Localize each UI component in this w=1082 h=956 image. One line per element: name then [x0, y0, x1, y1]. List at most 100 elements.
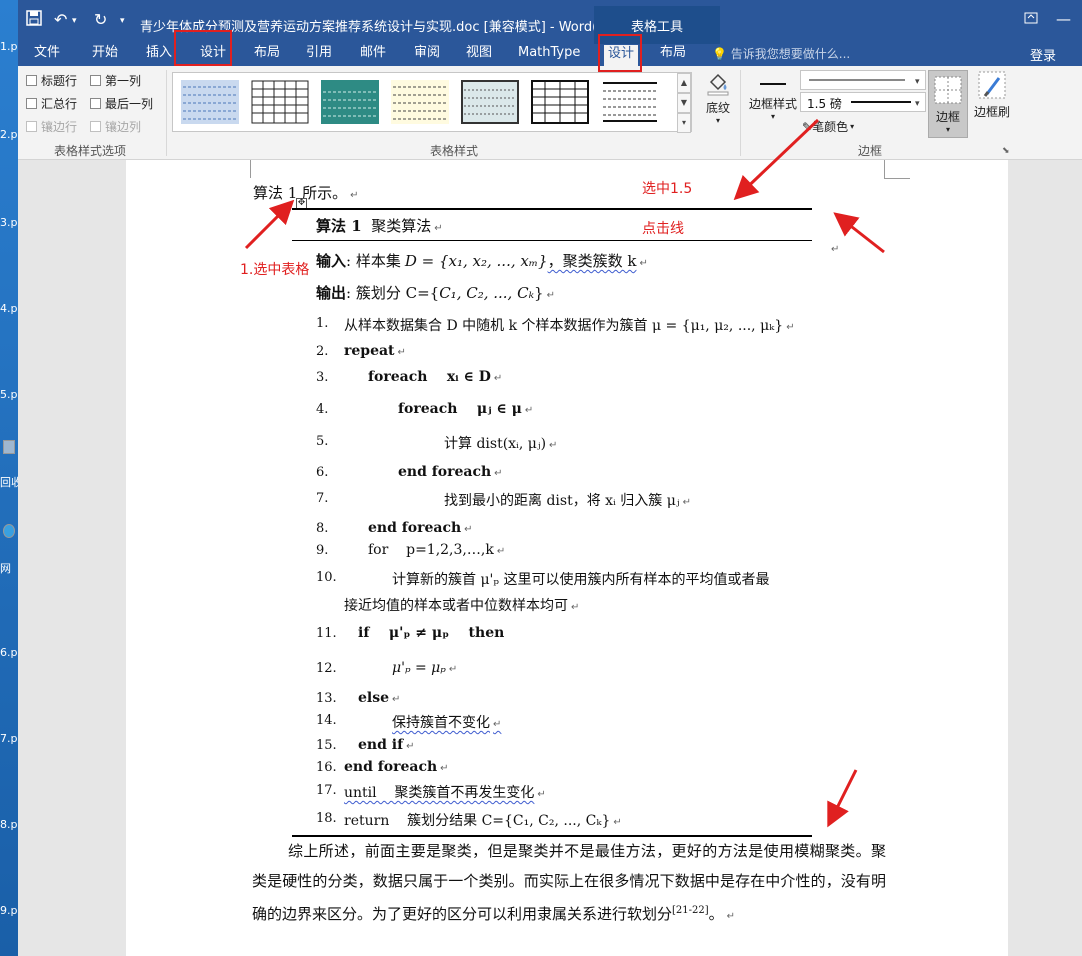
step-number: 15. [316, 738, 337, 753]
paragraph-mark: ↵ [392, 694, 401, 705]
step-text: foreach μⱼ ∈ μ ↵ [398, 401, 533, 417]
input-text: : 样本集 [346, 252, 401, 270]
step-text: else ↵ [358, 690, 400, 706]
annotation-select-1-5: 选中1.5 [642, 181, 693, 197]
citation-superscript: [21-22] [672, 905, 709, 916]
algorithm-number: 算法 1 [316, 217, 362, 235]
paragraph-mark: ↵ [786, 322, 795, 333]
algorithm-output: 输出: 簇划分 C={C₁, C₂, ..., Cₖ} ↵ [316, 282, 555, 303]
paragraph-mark: ↵ [682, 497, 691, 508]
step-number: 13. [316, 691, 337, 706]
step-10-continuation: 接近均值的样本或者中位数样本均可 [344, 598, 568, 614]
output-label: 输出 [316, 284, 347, 302]
step-number: 5. [316, 434, 329, 449]
document-content: 算法 1 所示。 ↵ ✥ 算法 1 聚类算法 ↵ ↵ 输入: 样本集 D = {x₁,… [0, 0, 1082, 956]
step-number: 3. [316, 370, 329, 385]
paragraph-mark: ↵ [397, 347, 406, 358]
step-text: end foreach ↵ [398, 464, 503, 480]
step-number: 12. [316, 661, 337, 676]
step-number: 17. [316, 783, 337, 798]
step-13-text: else [358, 690, 390, 706]
cell-mark: ↵ [434, 223, 443, 234]
step-text: foreach xᵢ ∈ D ↵ [368, 369, 502, 385]
step-text: end foreach ↵ [368, 520, 473, 536]
paragraph-mark: ↵ [496, 546, 506, 557]
paragraph-mark: ↵ [494, 468, 503, 479]
step-number: 18. [316, 811, 337, 826]
paragraph-mark: ↵ [493, 373, 503, 384]
step-16-text: end foreach [344, 759, 438, 775]
step-text: 从样本数据集合 D 中随机 k 个样本数据作为簇首 μ = {μ₁, μ₂, .… [344, 315, 795, 335]
paragraph-mark: ↵ [571, 602, 580, 613]
annotation-highlight-table-design-tab [598, 34, 642, 72]
step-text: repeat ↵ [344, 343, 406, 359]
step-text: 找到最小的距离 dist，将 xᵢ 归入簇 μⱼ ↵ [444, 490, 691, 510]
step-number: 6. [316, 465, 329, 480]
paragraph-mark: ↵ [440, 763, 449, 774]
step-number: 7. [316, 491, 329, 506]
step-14-text: 保持簇首不变化 [392, 715, 490, 731]
step-1-text: 从样本数据集合 D 中随机 k 个样本数据作为簇首 μ = {μ₁, μ₂, .… [344, 318, 784, 334]
step-5-text: 计算 dist(xᵢ, μⱼ) [444, 436, 547, 452]
word-window: ↶ ▾ ↻ ▾ 青少年体成分预测及营养运动方案推荐系统设计与实现.doc [兼容… [18, 0, 1082, 956]
body-text: 综上所述，前面主要是聚类，但是聚类并不是最佳方法，更好的方法是使用模糊聚类。聚类… [252, 842, 886, 923]
arrow-to-table-handle [244, 199, 295, 250]
paragraph-mark: ↵ [493, 719, 502, 730]
step-number: 1. [316, 316, 329, 331]
step-text: 接近均值的样本或者中位数样本均可 ↵ [344, 595, 579, 615]
step-17-text: until 聚类簇首不再发生变化 [344, 785, 535, 801]
step-text: end foreach ↵ [344, 759, 449, 775]
output-math: C₁, C₂, ..., Cₖ [439, 284, 535, 302]
step-number: 16. [316, 760, 337, 775]
step-7-text: 找到最小的距离 dist，将 xᵢ 归入簇 μⱼ [444, 493, 680, 509]
annotation-select-table: 1.选中表格 [240, 262, 310, 278]
step-text: until 聚类簇首不再发生变化 ↵ [344, 782, 546, 802]
step-text: end if ↵ [358, 737, 414, 753]
step-8-text: end foreach [368, 520, 462, 536]
paragraph-mark: ↵ [639, 258, 648, 269]
step-text: 计算 dist(xᵢ, μⱼ) ↵ [444, 433, 557, 453]
table-header-border[interactable] [292, 240, 812, 241]
arrow-to-top-border [833, 212, 885, 254]
step-number: 9. [316, 543, 329, 558]
paragraph-mark: ↵ [549, 440, 558, 451]
paragraph-mark: ↵ [464, 524, 473, 535]
paragraph-mark: ↵ [546, 290, 555, 301]
table-top-border[interactable] [292, 208, 812, 210]
algorithm-input: 输入: 样本集 D = {x₁, x₂, ..., xₘ}，聚类簇数 k ↵ [316, 250, 648, 271]
paragraph-mark: ↵ [613, 817, 622, 828]
step-18-text: return 簇划分结果 C={C₁, C₂, ..., Cₖ} [344, 813, 611, 829]
input-tail: ，聚类簇数 k [547, 252, 637, 270]
step-2-text: repeat [344, 343, 395, 359]
step-number: 11. [316, 626, 337, 641]
step-number: 4. [316, 402, 329, 417]
step-4-text: foreach μⱼ ∈ μ [398, 401, 522, 417]
paragraph-mark: ↵ [524, 405, 534, 416]
output-tail: } [534, 284, 544, 302]
step-text: if μ'ₚ ≠ μₚ then [358, 625, 504, 641]
step-number: 2. [316, 344, 329, 359]
step-text: 计算新的簇首 μ'ₚ 这里可以使用簇内所有样本的平均值或者最 [392, 569, 769, 589]
paragraph-mark: ↵ [537, 789, 546, 800]
body-paragraph: 综上所述，前面主要是聚类，但是聚类并不是最佳方法，更好的方法是使用模糊聚类。聚类… [252, 836, 886, 932]
paragraph-mark: ↵ [726, 911, 736, 922]
arrow-to-bottom-border [827, 769, 858, 828]
step-15-text: end if [358, 737, 404, 753]
annotation-click-line: 点击线 [642, 221, 684, 237]
row-end-mark: ↵ [831, 244, 840, 255]
input-math: D = {x₁, x₂, ..., xₘ} [404, 252, 548, 270]
body-text-end: 。 [708, 905, 724, 923]
paragraph-mark: ↵ [406, 741, 415, 752]
step-text: 保持簇首不变化 ↵ [392, 712, 501, 732]
step-number: 8. [316, 521, 329, 536]
step-text: for p=1,2,3,…,k ↵ [368, 542, 505, 558]
step-3-text: foreach xᵢ ∈ D [368, 369, 491, 385]
annotation-highlight-design-tab [174, 30, 232, 66]
step-12-text: μ'ₚ = μₚ [392, 660, 446, 676]
paragraph-mark: ↵ [448, 664, 458, 675]
step-text: μ'ₚ = μₚ ↵ [392, 660, 457, 676]
step-number: 14. [316, 713, 337, 728]
step-9-text: for p=1,2,3,…,k [368, 542, 494, 558]
step-10-text: 计算新的簇首 μ'ₚ 这里可以使用簇内所有样本的平均值或者最 [392, 572, 770, 588]
input-label: 输入 [316, 252, 347, 270]
